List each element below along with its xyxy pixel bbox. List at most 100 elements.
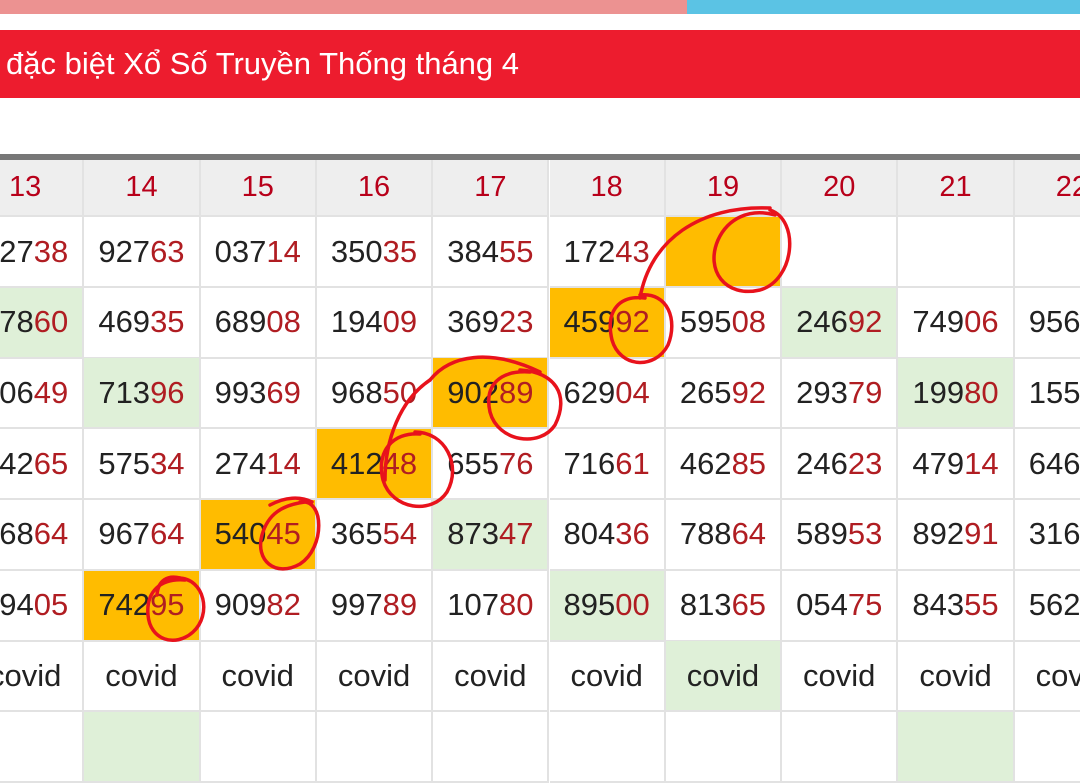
result-cell-day-14[interactable]: 92763 — [84, 217, 201, 288]
table-row: 20649 71396 99369 96850 90289 62904 26592 29379… — [0, 358, 1080, 430]
column-header-13[interactable]: 13 — [0, 160, 85, 217]
result-cell-day-17[interactable] — [433, 711, 550, 783]
result-cell-day-13[interactable] — [0, 711, 85, 783]
result-cell-day-16[interactable]: 35035 — [316, 217, 434, 288]
result-cell-day-13[interactable]: 57860 — [0, 287, 85, 359]
result-cell-day-17[interactable]: 10780 — [433, 570, 550, 642]
result-cell-day-18[interactable]: 80436 — [549, 499, 666, 571]
column-header-21[interactable]: 21 — [898, 160, 1015, 217]
result-cell-day-20[interactable] — [782, 711, 899, 783]
column-header-18[interactable]: 18 — [549, 160, 666, 217]
result-cell-day-16[interactable]: 19409 — [316, 287, 434, 359]
result-cell-day-18[interactable]: covid — [549, 641, 666, 713]
result-text: covid — [570, 657, 643, 693]
result-cell-day-21[interactable]: 47914 — [898, 429, 1015, 501]
result-cell-day-19[interactable]: 81365 — [665, 570, 783, 642]
result-cell-day-17[interactable]: 38455 — [433, 217, 550, 288]
result-cell-day-21[interactable]: 89291 — [898, 499, 1015, 571]
result-cell-day-17[interactable]: 90289 — [433, 358, 550, 430]
result-cell-day-14[interactable]: 96764 — [84, 499, 201, 571]
result-cell-day-18[interactable] — [549, 711, 666, 783]
result-cell-day-19[interactable] — [665, 217, 783, 288]
result-cell-day-19[interactable]: 59508 — [665, 287, 783, 359]
result-cell-day-22[interactable]: 95609 — [1014, 288, 1080, 359]
column-header-15[interactable]: 15 — [200, 160, 317, 217]
result-cell-day-18[interactable]: 89500 — [549, 570, 666, 642]
result-cell-day-13[interactable]: 36864 — [0, 499, 85, 571]
column-header-16[interactable]: 16 — [316, 160, 434, 217]
result-cell-day-16[interactable]: 41248 — [316, 429, 434, 501]
result-cell-day-18[interactable]: 62904 — [549, 358, 666, 430]
column-header-17[interactable]: 17 — [433, 160, 550, 217]
column-header-19[interactable]: 19 — [665, 160, 783, 217]
result-cell-day-17[interactable]: covid — [433, 641, 550, 713]
result-cell-day-19[interactable]: 26592 — [665, 358, 783, 430]
column-header-14[interactable]: 14 — [84, 160, 201, 217]
result-cell-day-21[interactable] — [898, 711, 1015, 783]
top-tab-left[interactable] — [0, 0, 687, 14]
column-header-20[interactable]: 20 — [782, 160, 899, 217]
result-cell-day-22[interactable]: 56202 — [1014, 571, 1080, 642]
result-number: 99789 — [330, 587, 418, 622]
result-cell-day-20[interactable]: 24623 — [782, 429, 899, 501]
table-row — [0, 711, 1080, 783]
result-cell-day-15[interactable]: 90982 — [200, 570, 317, 642]
result-cell-day-22[interactable]: covid — [1014, 641, 1080, 713]
result-number: 19409 — [330, 304, 418, 340]
result-cell-day-18[interactable]: 45992 — [549, 287, 666, 359]
result-cell-day-16[interactable]: covid — [316, 641, 434, 713]
result-cell-day-13[interactable]: 92738 — [0, 217, 85, 288]
result-cell-day-14[interactable] — [84, 711, 201, 783]
result-cell-day-17[interactable]: 87347 — [433, 499, 550, 571]
result-cell-day-20[interactable]: 24692 — [782, 287, 899, 359]
result-cell-day-22[interactable] — [1014, 217, 1080, 288]
result-cell-day-20[interactable]: 58953 — [782, 499, 899, 571]
result-cell-day-20[interactable] — [782, 217, 899, 288]
result-cell-day-16[interactable]: 99789 — [316, 570, 434, 642]
result-cell-day-18[interactable]: 71661 — [549, 429, 666, 501]
result-cell-day-15[interactable]: 03714 — [200, 217, 317, 288]
result-cell-day-21[interactable]: 84355 — [898, 570, 1015, 642]
result-cell-day-19[interactable] — [665, 711, 783, 783]
result-cell-day-13[interactable]: covid — [0, 641, 85, 713]
result-cell-day-21[interactable] — [898, 217, 1015, 288]
result-number: 84265 — [0, 445, 69, 481]
top-tab-right[interactable] — [687, 0, 1080, 14]
result-cell-day-22[interactable]: 64607 — [1014, 429, 1080, 501]
result-cell-day-16[interactable] — [316, 711, 434, 783]
result-cell-day-14[interactable]: covid — [84, 641, 201, 713]
result-cell-day-20[interactable]: 05475 — [782, 570, 899, 642]
result-cell-day-21[interactable]: 74906 — [898, 287, 1015, 359]
result-cell-day-15[interactable]: 68908 — [200, 287, 317, 359]
result-cell-day-22[interactable]: 31602 — [1014, 500, 1080, 571]
result-cell-day-15[interactable]: 54045 — [200, 499, 317, 571]
column-header-22[interactable]: 22 — [1014, 160, 1080, 217]
result-cell-day-13[interactable]: 20649 — [0, 358, 85, 430]
result-cell-day-17[interactable]: 65576 — [433, 429, 550, 501]
result-cell-day-22[interactable] — [1014, 712, 1080, 783]
result-cell-day-14[interactable]: 71396 — [84, 358, 201, 430]
result-cell-day-16[interactable]: 96850 — [316, 358, 434, 430]
result-cell-day-15[interactable]: 99369 — [200, 358, 317, 430]
result-number: 56202 — [1028, 587, 1080, 622]
result-cell-day-20[interactable]: covid — [782, 641, 899, 713]
result-cell-day-14[interactable]: 57534 — [84, 429, 201, 501]
result-cell-day-22[interactable]: 15516 — [1014, 358, 1080, 430]
result-cell-day-19[interactable]: covid — [665, 641, 783, 713]
result-cell-day-15[interactable] — [200, 711, 317, 783]
result-number: 89291 — [912, 516, 999, 552]
result-cell-day-15[interactable]: 27414 — [200, 429, 317, 501]
result-cell-day-21[interactable]: covid — [898, 641, 1015, 713]
result-cell-day-15[interactable]: covid — [200, 641, 317, 713]
result-cell-day-16[interactable]: 36554 — [316, 499, 434, 571]
result-cell-day-13[interactable]: 84265 — [0, 429, 85, 501]
result-cell-day-14[interactable]: 74295 — [84, 570, 201, 642]
result-cell-day-14[interactable]: 46935 — [84, 287, 201, 359]
result-cell-day-18[interactable]: 17243 — [549, 217, 666, 288]
result-cell-day-13[interactable]: 09405 — [0, 570, 85, 642]
result-cell-day-19[interactable]: 46285 — [665, 429, 783, 501]
result-cell-day-19[interactable]: 78864 — [665, 499, 783, 571]
result-cell-day-21[interactable]: 19980 — [898, 358, 1015, 430]
result-cell-day-20[interactable]: 29379 — [782, 358, 899, 430]
result-cell-day-17[interactable]: 36923 — [433, 287, 550, 359]
